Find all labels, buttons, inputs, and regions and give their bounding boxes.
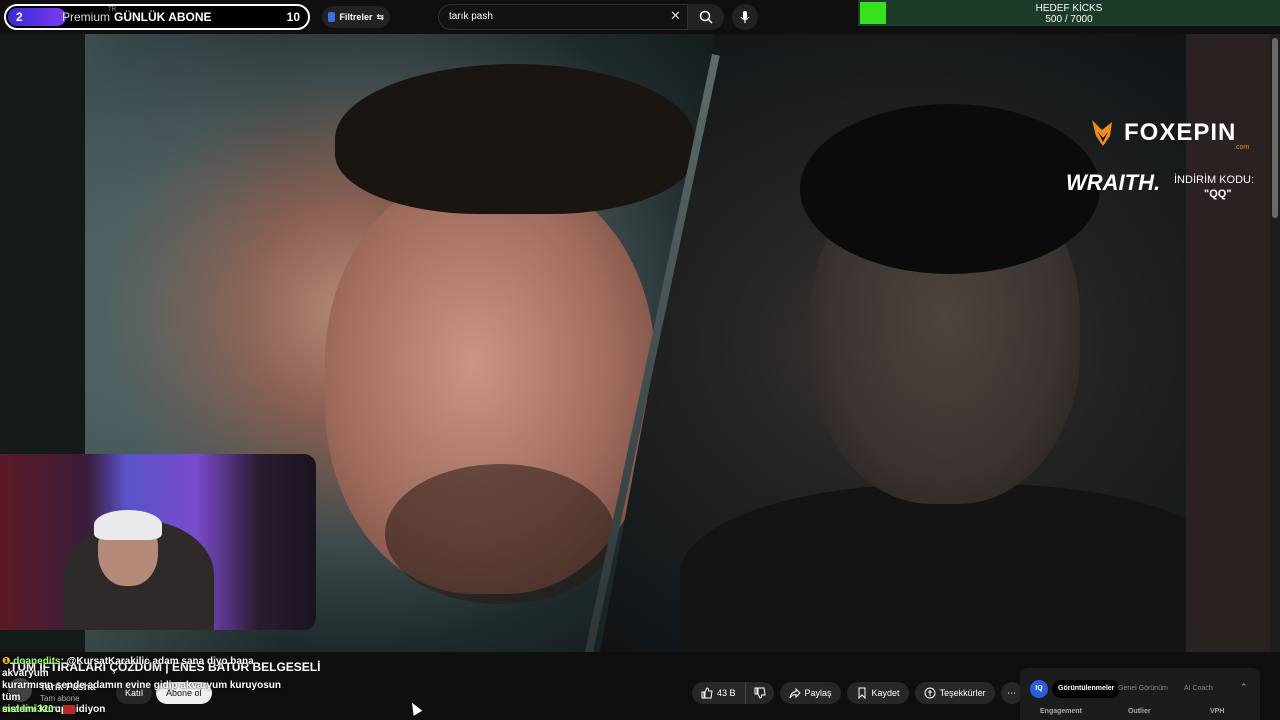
sliders-icon: ⇆: [376, 11, 384, 22]
chat-username: doanedits: [13, 656, 61, 667]
subscriber-goal-target: 10: [286, 10, 300, 24]
save-button[interactable]: Kaydet: [846, 682, 909, 704]
streamer-webcam: [0, 454, 316, 630]
subscriber-goal-label: GÜNLÜK ABONE: [114, 10, 212, 24]
search-button[interactable]: [688, 4, 724, 30]
chat-message-cont: kurarmısın sende adamın evine gidip akva…: [2, 680, 281, 703]
kick-goal-count: 500 / 7000: [1045, 14, 1093, 25]
analytics-panel: IQ Görüntülenmeler Genel Görünüm AI Coac…: [1020, 668, 1260, 720]
kick-goal-widget: HEDEF KİCKS 500 / 7000: [858, 0, 1280, 26]
save-label: Kaydet: [871, 688, 900, 698]
share-button[interactable]: Paylaş: [779, 682, 841, 704]
more-icon: ⋯: [1007, 687, 1017, 698]
like-count: 43 B: [717, 688, 736, 698]
daily-subscriber-goal: 2 Premium TR GÜNLÜK ABONE 10: [4, 4, 310, 30]
microphone-icon: [740, 11, 750, 23]
sponsor-product: WRAITH.: [1066, 170, 1161, 195]
column-engagement: Engagement: [1040, 708, 1083, 715]
share-icon: [789, 687, 801, 699]
tab-views[interactable]: Görüntülenmeler: [1052, 680, 1121, 698]
share-label: Paylaş: [804, 688, 832, 698]
thanks-button[interactable]: Teşekkürler: [914, 682, 995, 704]
analytics-logo: IQ: [1030, 680, 1048, 698]
chat-separator: :: [56, 704, 60, 715]
fox-icon: [1092, 120, 1112, 146]
beard-left: [385, 464, 615, 604]
chevron-up-icon[interactable]: ⌃: [1240, 682, 1248, 693]
kick-goal-title: HEDEF KİCKS: [1035, 3, 1103, 14]
premium-label: Premium: [62, 10, 111, 24]
scrollbar-thumb[interactable]: [1272, 38, 1278, 218]
subscriber-goal-current: 2: [16, 10, 23, 24]
filters-label: Filtreler: [339, 12, 373, 22]
search-input[interactable]: tarık pash: [438, 4, 688, 30]
chat-message-last: maldini320 :: [2, 704, 75, 715]
top-bar: 2 Premium TR GÜNLÜK ABONE 10 Filtreler ⇆…: [0, 0, 1280, 34]
search-icon: [699, 10, 713, 24]
thanks-icon: [924, 687, 936, 699]
discount-code: "QQ": [1204, 188, 1232, 200]
discount-code-label: İNDİRİM KODU:: [1174, 174, 1255, 186]
chat-message: ❶ doanedits: @KursatKarakilic adam sana …: [2, 656, 302, 680]
column-outlier: Outlier: [1128, 708, 1151, 715]
thanks-label: Teşekkürler: [939, 688, 986, 698]
warning-icon: ❶: [2, 656, 11, 667]
sponsor-brand: FOXEPIN: [1124, 119, 1237, 146]
video-actions: 43 B Paylaş Kaydet Teşekkürler ⋯: [692, 682, 1023, 704]
hair-right: [800, 104, 1100, 274]
video-player[interactable]: FOXEPIN .com WRAITH. İNDİRİM KODU: "QQ": [0, 34, 1270, 652]
tab-ai-coach[interactable]: AI Coach: [1178, 680, 1219, 698]
chat-username: maldini320: [2, 704, 54, 715]
filter-extension-icon: [328, 12, 336, 22]
like-button[interactable]: 43 B: [692, 682, 745, 704]
clear-search-icon[interactable]: ✕: [670, 8, 681, 24]
voice-search-button[interactable]: [732, 4, 758, 30]
foxepin-logo: FOXEPIN .com: [1088, 118, 1249, 151]
headphones: [94, 510, 162, 540]
page-scrollbar[interactable]: [1270, 34, 1280, 652]
dislike-button[interactable]: [744, 682, 774, 704]
sponsor-domain: .com: [1234, 144, 1250, 151]
emote-icon: [62, 704, 75, 714]
thumbs-up-icon: [701, 687, 713, 699]
body-right: [680, 484, 1240, 652]
tab-overview[interactable]: Genel Görünüm: [1112, 680, 1174, 698]
column-vph: VPH: [1210, 708, 1225, 715]
sponsor-code: WRAITH. İNDİRİM KODU: "QQ": [1066, 170, 1270, 204]
filters-button[interactable]: Filtreler ⇆: [322, 6, 390, 28]
hair-left: [335, 64, 695, 214]
thumbs-down-icon: [754, 687, 766, 699]
bookmark-icon: [858, 687, 866, 699]
